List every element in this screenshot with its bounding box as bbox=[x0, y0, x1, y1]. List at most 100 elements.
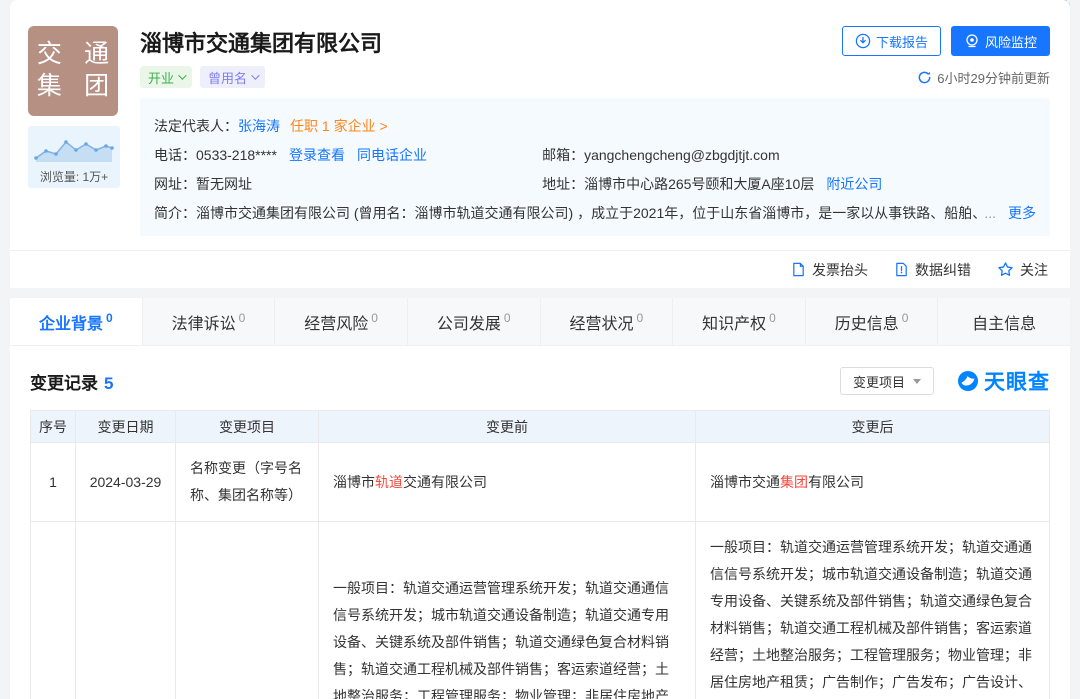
same-phone-companies-link[interactable]: 同电话企业 bbox=[357, 144, 427, 166]
cell-text: 淄博市交通 bbox=[710, 474, 780, 490]
tab-label: 经营风险 bbox=[304, 310, 368, 334]
cell-text: 交通有限公司 bbox=[403, 474, 487, 490]
tab-company-background[interactable]: 企业背景0 bbox=[10, 298, 143, 345]
data-correction-button[interactable]: 数据纠错 bbox=[894, 260, 971, 280]
change-item-filter-dropdown[interactable]: 变更项目 bbox=[840, 367, 934, 395]
column-header: 变更后 bbox=[696, 411, 1050, 443]
monitor-icon bbox=[964, 33, 980, 49]
website-label: 网址： bbox=[154, 173, 196, 195]
company-info-panel: 法定代表人： 张海涛 任职 1 家企业 > 电话： 0533-218**** 登… bbox=[140, 98, 1050, 236]
download-report-label: 下载报告 bbox=[876, 32, 928, 51]
tab-operation-status[interactable]: 经营状况0 bbox=[541, 298, 674, 345]
tag-former-name-label: 曾用名 bbox=[208, 68, 247, 87]
email-value: yangchengcheng@zbgdjtjt.com bbox=[584, 144, 780, 166]
company-name: 淄博市交通集团有限公司 bbox=[140, 26, 382, 58]
tag-former-name[interactable]: 曾用名 bbox=[200, 66, 265, 88]
website-value: 暂无网址 bbox=[196, 173, 252, 195]
tab-count: 0 bbox=[902, 311, 909, 325]
follow-button[interactable]: 关注 bbox=[997, 260, 1048, 280]
download-icon bbox=[855, 33, 871, 49]
correction-doc-icon bbox=[894, 262, 909, 277]
tab-count: 0 bbox=[504, 311, 511, 325]
pageviews-label: 浏览量: 1万+ bbox=[30, 168, 118, 185]
tab-intellectual-property[interactable]: 知识产权0 bbox=[673, 298, 806, 345]
section-gap bbox=[0, 288, 1080, 298]
chevron-down-icon bbox=[178, 71, 186, 79]
star-icon bbox=[997, 261, 1014, 278]
row-number-cell: 1 bbox=[31, 443, 76, 522]
diff-highlight-text: 集团 bbox=[780, 474, 808, 490]
tab-label: 历史信息 bbox=[835, 310, 899, 334]
invoice-title-label: 发票抬头 bbox=[812, 260, 868, 280]
table-row: 12024-03-29名称变更（字号名称、集团名称等）淄博市轨道交通有限公司淄博… bbox=[31, 443, 1050, 522]
invoice-title-button[interactable]: 发票抬头 bbox=[791, 260, 868, 280]
intro-more-link[interactable]: 更多 bbox=[1008, 202, 1036, 224]
tab-label: 经营状况 bbox=[569, 310, 633, 334]
intro-value: 淄博市交通集团有限公司 (曾用名：淄博市轨道交通有限公司) ，成立于2021年，… bbox=[196, 202, 984, 224]
change-item-cell: 经营范围变更（含业务范围变更） bbox=[176, 522, 319, 699]
tab-legal-proceedings[interactable]: 法律诉讼0 bbox=[143, 298, 276, 345]
tab-count: 0 bbox=[636, 311, 643, 325]
risk-monitor-button[interactable]: 风险监控 bbox=[951, 26, 1050, 56]
login-to-view-link[interactable]: 登录查看 bbox=[289, 144, 345, 166]
address-label: 地址： bbox=[542, 173, 584, 195]
change-item-cell: 名称变更（字号名称、集团名称等） bbox=[176, 443, 319, 522]
change-record-count: 5 bbox=[104, 374, 113, 393]
diff-highlight-text: 轨道 bbox=[375, 474, 403, 490]
risk-monitor-label: 风险监控 bbox=[985, 32, 1037, 51]
tab-label: 公司发展 bbox=[437, 310, 501, 334]
tianyancha-logo-text: 天眼查 bbox=[984, 366, 1050, 396]
chevron-down-icon bbox=[251, 71, 259, 79]
before-change-cell: 一般项目：轨道交通运营管理系统开发；轨道交通通信信号系统开发；城市轨道交通设备制… bbox=[319, 522, 696, 699]
tab-count: 0 bbox=[106, 311, 113, 325]
tag-status-open-label: 开业 bbox=[148, 68, 174, 87]
download-report-button[interactable]: 下载报告 bbox=[842, 26, 941, 56]
change-date-cell: 2024-03-29 bbox=[76, 522, 176, 699]
views-sparkline-chart bbox=[32, 130, 116, 164]
legal-rep-link[interactable]: 张海涛 bbox=[238, 115, 280, 137]
after-change-cell: 一般项目：轨道交通运营管理系统开发；轨道交通通信信号系统开发；城市轨道交通设备制… bbox=[696, 522, 1050, 699]
tab-operation-risk[interactable]: 经营风险0 bbox=[275, 298, 408, 345]
invoice-doc-icon bbox=[791, 262, 806, 277]
logo-text-line2: 集 团 bbox=[29, 71, 117, 103]
tag-status-open[interactable]: 开业 bbox=[140, 66, 192, 88]
address-value: 淄博市中心路265号颐和大厦A座10层 bbox=[584, 173, 814, 195]
tab-bar: 企业背景0法律诉讼0经营风险0公司发展0经营状况0知识产权0历史信息0自主信息 bbox=[10, 298, 1070, 346]
change-table-head-row: 序号变更日期变更项目变更前变更后 bbox=[31, 411, 1050, 443]
tab-company-development[interactable]: 公司发展0 bbox=[408, 298, 541, 345]
legal-rep-companies-link[interactable]: 任职 1 家企业 > bbox=[290, 115, 388, 137]
last-updated: 6小时29分钟前更新 bbox=[917, 68, 1050, 87]
tab-label: 企业背景 bbox=[39, 310, 103, 334]
after-change-cell: 淄博市交通集团有限公司 bbox=[696, 443, 1050, 522]
change-record-title: 变更记录 bbox=[30, 374, 98, 393]
column-header: 变更项目 bbox=[176, 411, 319, 443]
data-correction-label: 数据纠错 bbox=[915, 260, 971, 280]
column-header: 变更前 bbox=[319, 411, 696, 443]
change-table-body: 12024-03-29名称变更（字号名称、集团名称等）淄博市轨道交通有限公司淄博… bbox=[31, 443, 1050, 699]
tab-count: 0 bbox=[769, 311, 776, 325]
tab-self-info[interactable]: 自主信息 bbox=[938, 298, 1070, 345]
nearby-companies-link[interactable]: 附近公司 bbox=[826, 173, 882, 195]
tab-label: 知识产权 bbox=[702, 310, 766, 334]
company-logo: 交 通 集 团 bbox=[28, 26, 118, 116]
phone-label: 电话： bbox=[154, 144, 196, 166]
caret-down-icon bbox=[913, 379, 921, 384]
change-date-cell: 2024-03-29 bbox=[76, 443, 176, 522]
intro-ellipsis: ... bbox=[984, 202, 996, 224]
section-title: 变更记录 5 bbox=[30, 369, 113, 394]
cell-text: 一般项目：轨道交通运营管理系统开发；轨道交通通信信号系统开发；城市轨道交通设备制… bbox=[333, 580, 669, 699]
refresh-icon[interactable] bbox=[917, 70, 932, 85]
last-updated-text: 6小时29分钟前更新 bbox=[937, 68, 1050, 87]
pageviews-widget: 浏览量: 1万+ bbox=[28, 126, 120, 188]
column-header: 变更日期 bbox=[76, 411, 176, 443]
tianyancha-bird-icon bbox=[956, 369, 980, 393]
tab-count: 0 bbox=[371, 311, 378, 325]
column-header: 序号 bbox=[31, 411, 76, 443]
tab-label: 法律诉讼 bbox=[172, 310, 236, 334]
company-header-card: 交 通 集 团 浏览量: 1万+ 淄博市交通集团有限公司 bbox=[10, 0, 1070, 288]
table-row: 22024-03-29经营范围变更（含业务范围变更）一般项目：轨道交通运营管理系… bbox=[31, 522, 1050, 699]
before-change-cell: 淄博市轨道交通有限公司 bbox=[319, 443, 696, 522]
tab-history-info[interactable]: 历史信息0 bbox=[806, 298, 939, 345]
intro-label: 简介： bbox=[154, 202, 196, 224]
phone-value: 0533-218**** bbox=[196, 144, 277, 166]
